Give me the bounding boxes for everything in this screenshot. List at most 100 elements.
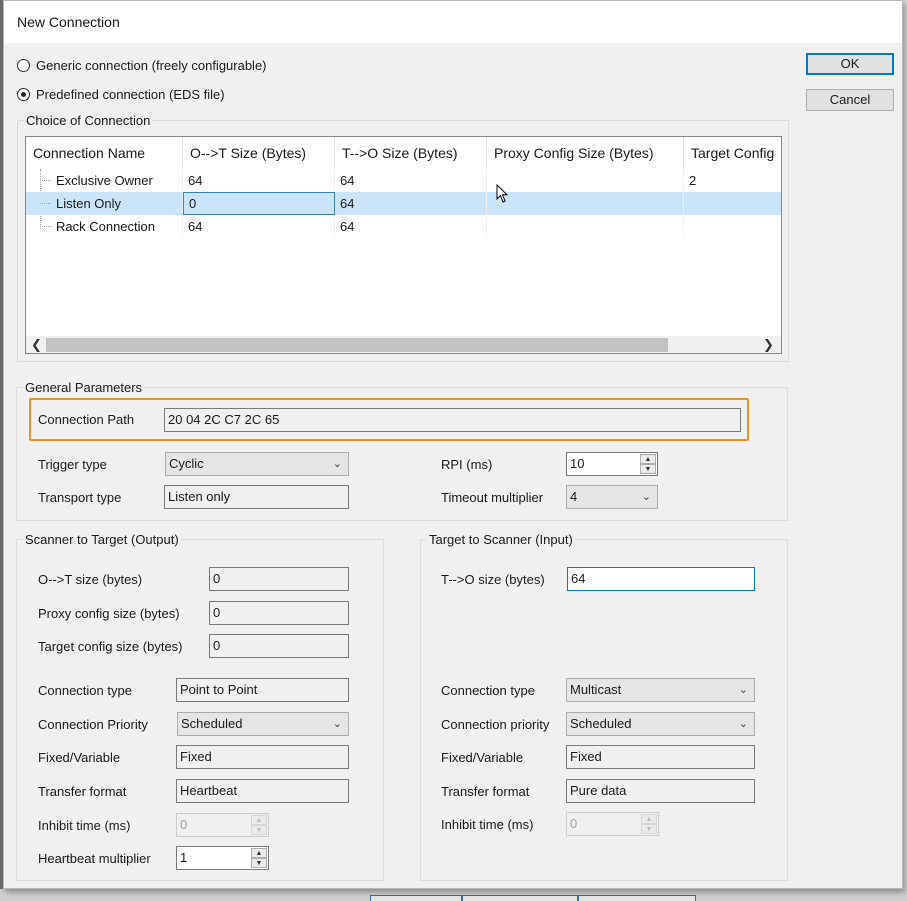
tree-branch [40, 226, 51, 227]
input-inhibit-time-spinner: 0 ▲ ▼ [566, 812, 659, 836]
output-connection-type-field[interactable]: Point to Point [176, 678, 349, 702]
input-fixed-variable-label: Fixed/Variable [441, 750, 524, 765]
chevron-down-icon: ⌄ [738, 684, 748, 696]
heartbeat-multiplier-value: 1 [180, 850, 188, 865]
title-bar: New Connection [4, 1, 902, 43]
output-title: Scanner to Target (Output) [23, 532, 181, 547]
generic-connection-option[interactable]: Generic connection (freely configurable) [17, 58, 267, 73]
rpi-spin-buttons[interactable]: ▲ ▼ [640, 454, 656, 474]
input-fixed-variable-field[interactable]: Fixed [566, 745, 755, 769]
table-row[interactable]: Exclusive Owner 64 64 2 [26, 169, 781, 192]
generic-connection-radio[interactable] [17, 59, 30, 72]
input-inhibit-time-label: Inhibit time (ms) [441, 817, 534, 832]
proxy-config-size-field[interactable]: 0 [209, 601, 349, 625]
scrollbar-thumb[interactable] [46, 338, 668, 352]
input-transfer-format-label: Transfer format [441, 784, 530, 799]
column-header-connection-name[interactable]: Connection Name [26, 137, 183, 169]
timeout-multiplier-label: Timeout multiplier [441, 490, 544, 505]
transport-type-label: Transport type [38, 490, 122, 505]
window-title: New Connection [17, 14, 120, 30]
rpi-spinner[interactable]: 10 ▲ ▼ [566, 452, 658, 476]
tree-branch [40, 203, 51, 204]
output-fixed-variable-label: Fixed/Variable [38, 750, 121, 765]
output-connection-priority-value: Scheduled [181, 716, 243, 731]
spin-down-icon[interactable]: ▼ [251, 858, 267, 868]
ot-size-field[interactable]: 0 [209, 567, 349, 591]
cell-target: 2 [684, 169, 781, 192]
target-config-size-label: Target config size (bytes) [38, 639, 183, 654]
cell-to-size: 64 [335, 215, 487, 238]
chevron-down-icon: ⌄ [738, 718, 748, 730]
timeout-multiplier-select[interactable]: 4 ⌄ [566, 485, 658, 509]
cell-target [684, 215, 781, 238]
input-connection-priority-label: Connection priority [441, 717, 550, 732]
input-connection-priority-value: Scheduled [570, 716, 632, 731]
cell-proxy [487, 169, 684, 192]
column-header-proxy-config[interactable]: Proxy Config Size (Bytes) [487, 137, 684, 169]
predefined-connection-radio[interactable] [17, 88, 30, 101]
column-header-ot-size[interactable]: O-->T Size (Bytes) [183, 137, 335, 169]
predefined-connection-label: Predefined connection (EDS file) [36, 87, 225, 102]
ot-size-label: O-->T size (bytes) [38, 572, 143, 587]
trigger-type-value: Cyclic [169, 456, 204, 471]
tree-branch [40, 180, 51, 181]
input-transfer-format-field[interactable]: Pure data [566, 779, 755, 803]
cell-to-size: 64 [335, 192, 487, 215]
spin-up-icon[interactable]: ▲ [640, 454, 656, 464]
rpi-label: RPI (ms) [441, 457, 493, 472]
column-header-to-size[interactable]: T-->O Size (Bytes) [335, 137, 487, 169]
to-size-field[interactable]: 64 [567, 567, 755, 591]
input-connection-priority-select[interactable]: Scheduled ⌄ [566, 712, 755, 736]
background-tab [462, 895, 578, 901]
input-connection-type-label: Connection type [441, 683, 535, 698]
output-inhibit-time-label: Inhibit time (ms) [38, 818, 131, 833]
general-parameters-title: General Parameters [23, 380, 145, 395]
timeout-multiplier-value: 4 [570, 489, 578, 504]
transport-type-field[interactable]: Listen only [164, 485, 349, 509]
column-header-target-config[interactable]: Target Config [684, 137, 781, 169]
ok-button[interactable]: OK [806, 53, 894, 75]
cell-target [684, 192, 781, 215]
spin-up-icon: ▲ [641, 814, 657, 824]
to-size-label: T-->O size (bytes) [441, 572, 545, 587]
connection-list[interactable]: Connection Name O-->T Size (Bytes) T-->O… [25, 136, 782, 354]
cell-to-size: 64 [335, 169, 487, 192]
chevron-down-icon: ⌄ [332, 718, 342, 730]
spin-down-icon[interactable]: ▼ [640, 464, 656, 474]
output-transfer-format-field[interactable]: Heartbeat [176, 779, 349, 803]
output-inhibit-time-value: 0 [180, 817, 188, 832]
output-connection-type-label: Connection type [38, 683, 132, 698]
input-connection-type-value: Multicast [570, 682, 622, 697]
output-transfer-format-label: Transfer format [38, 784, 127, 799]
choice-of-connection-title: Choice of Connection [24, 113, 153, 128]
output-fixed-variable-field[interactable]: Fixed [176, 745, 349, 769]
heartbeat-multiplier-label: Heartbeat multiplier [38, 851, 151, 866]
output-connection-priority-label: Connection Priority [38, 717, 148, 732]
cell-name: Rack Connection [51, 215, 183, 238]
heartbeat-multiplier-spinner[interactable]: 1 ▲ ▼ [176, 846, 269, 870]
predefined-connection-option[interactable]: Predefined connection (EDS file) [17, 87, 225, 102]
cell-name: Listen Only [51, 192, 183, 215]
table-row[interactable]: Rack Connection 64 64 [26, 215, 781, 238]
input-inhibit-time-value: 0 [570, 816, 578, 831]
connection-path-field[interactable]: 20 04 2C C7 2C 65 [164, 408, 741, 432]
target-config-size-field[interactable]: 0 [209, 634, 349, 658]
background-tab [578, 895, 696, 901]
connection-path-label: Connection Path [38, 412, 135, 427]
spin-down-icon: ▼ [641, 824, 657, 834]
cell-ot-size-focused[interactable]: 0 [183, 192, 335, 215]
scroll-right-icon[interactable]: ❯ [760, 336, 777, 353]
cell-name: Exclusive Owner [51, 169, 183, 192]
scroll-left-icon[interactable]: ❮ [28, 336, 45, 353]
heartbeat-spin-buttons[interactable]: ▲ ▼ [251, 848, 267, 868]
trigger-type-select[interactable]: Cyclic ⌄ [165, 452, 349, 476]
spin-up-icon[interactable]: ▲ [251, 848, 267, 858]
horizontal-scrollbar[interactable]: ❮ ❯ [26, 336, 781, 353]
input-connection-type-select[interactable]: Multicast ⌄ [566, 678, 755, 702]
output-connection-priority-select[interactable]: Scheduled ⌄ [177, 712, 349, 736]
input-inhibit-spin-buttons: ▲ ▼ [641, 814, 657, 834]
table-row-selected[interactable]: Listen Only 0 64 [26, 192, 781, 215]
cancel-button[interactable]: Cancel [806, 89, 894, 111]
output-inhibit-time-spinner: 0 ▲ ▼ [176, 813, 269, 837]
input-title: Target to Scanner (Input) [427, 532, 575, 547]
